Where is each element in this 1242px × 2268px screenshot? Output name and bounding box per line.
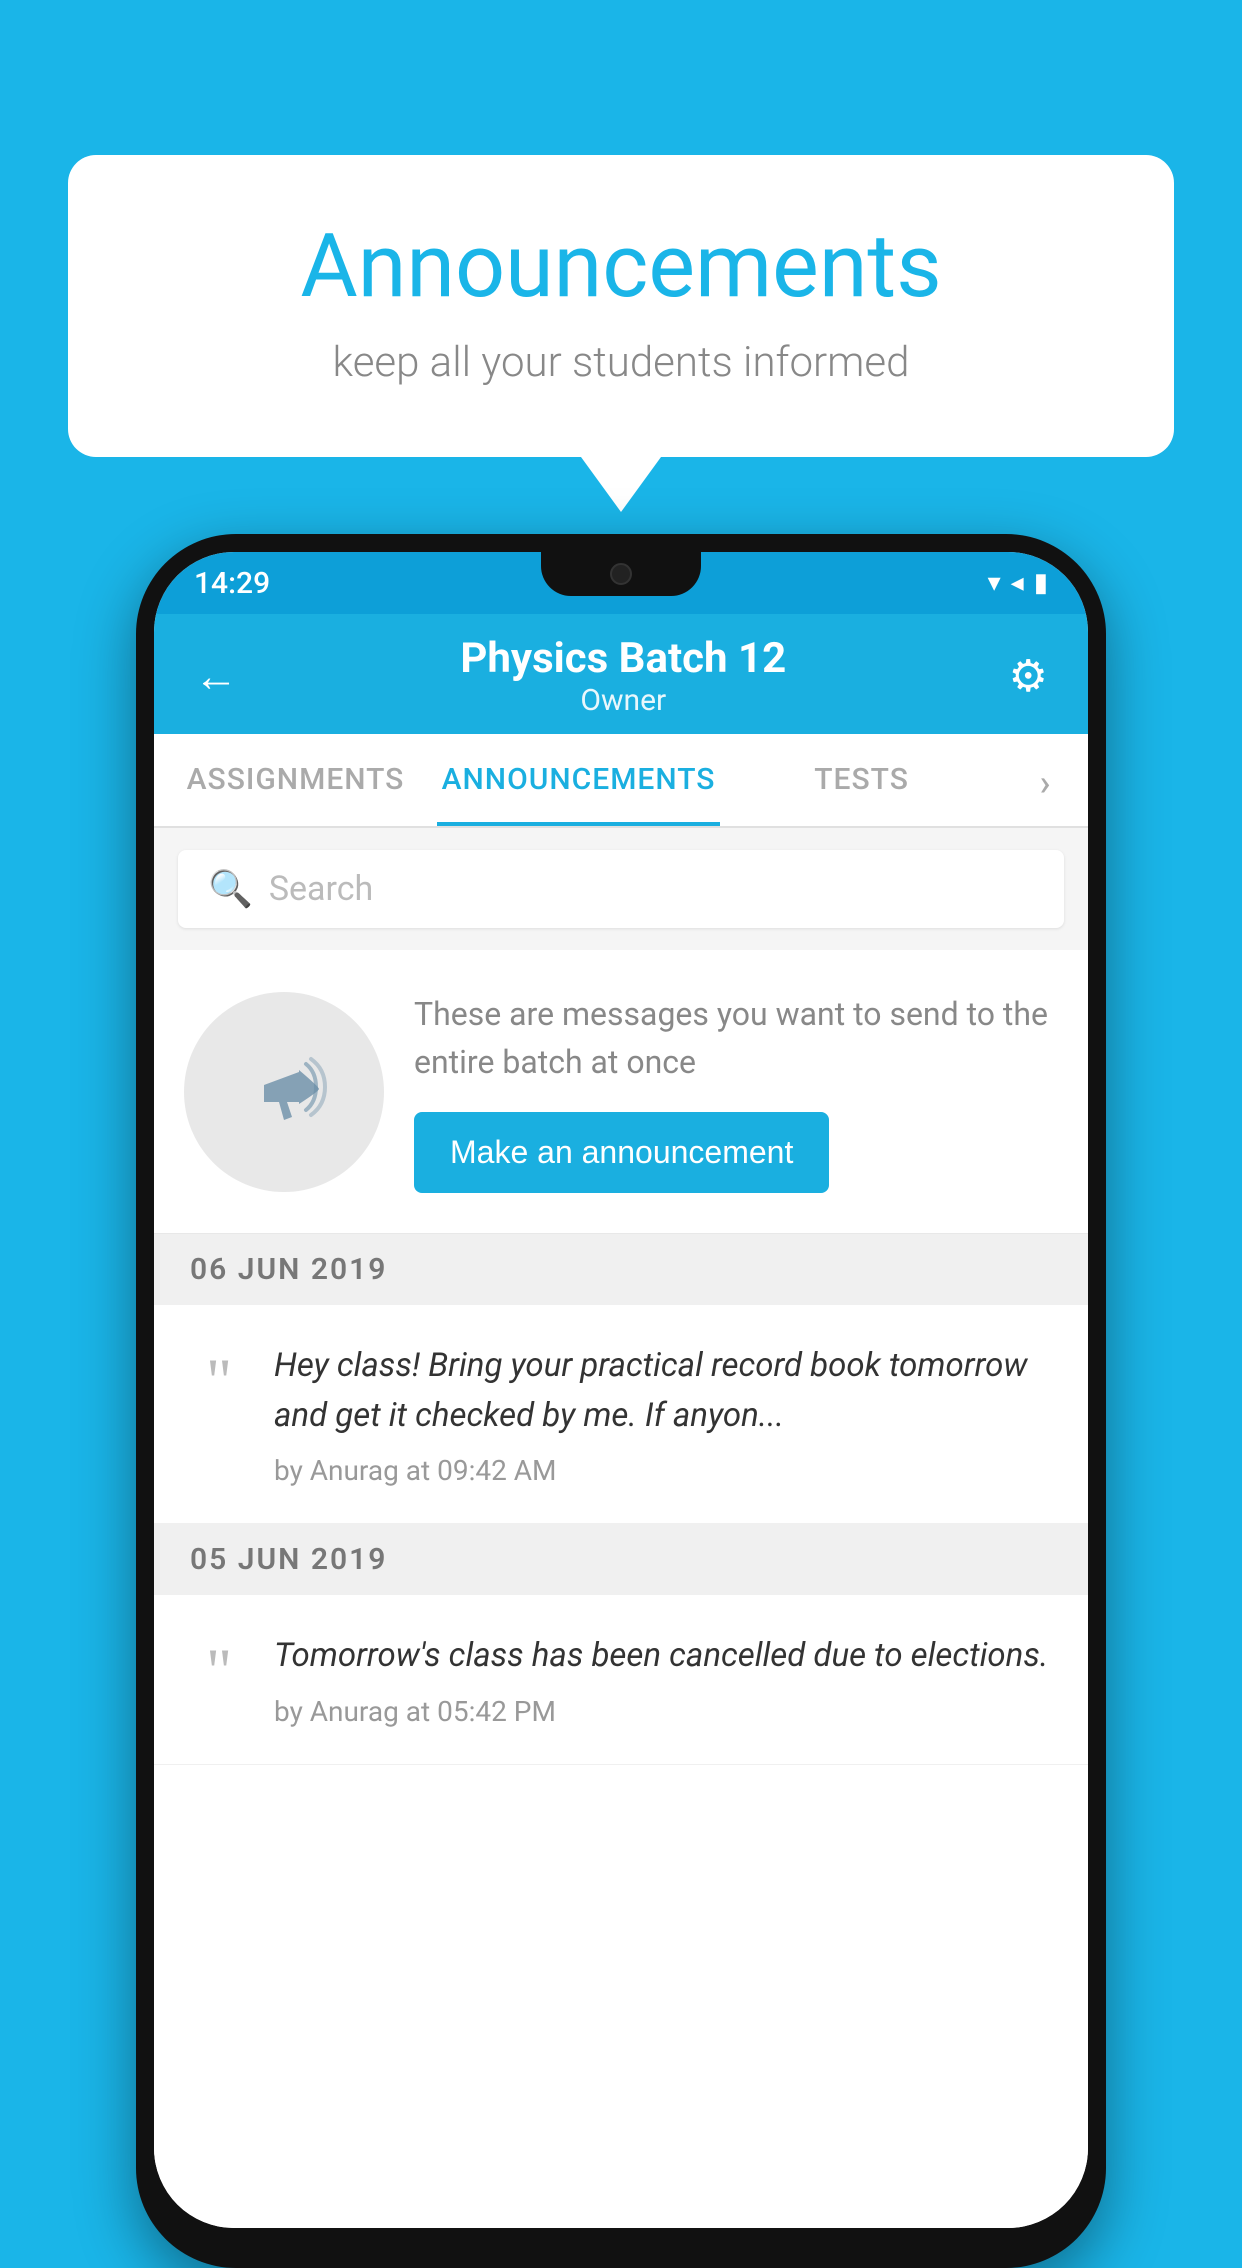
status-time: 14:29	[194, 566, 270, 601]
announcement-item-2[interactable]: " Tomorrow's class has been cancelled du…	[154, 1595, 1088, 1765]
tab-more[interactable]: ›	[1003, 734, 1088, 826]
wifi-icon: ▾	[988, 568, 1001, 598]
tab-announcements[interactable]: ANNOUNCEMENTS	[437, 734, 720, 826]
speech-bubble-arrow	[581, 457, 661, 512]
megaphone-icon	[234, 1042, 334, 1142]
speech-bubble-card: Announcements keep all your students inf…	[68, 155, 1174, 457]
announcement-content-1: Hey class! Bring your practical record b…	[274, 1341, 1058, 1487]
announcement-message-1: Hey class! Bring your practical record b…	[274, 1341, 1058, 1440]
camera-dot	[610, 563, 632, 585]
announcement-author-2: by Anurag at 05:42 PM	[274, 1695, 1058, 1728]
battery-icon: ▮	[1034, 568, 1048, 598]
announcement-empty-text: These are messages you want to send to t…	[414, 990, 1058, 1086]
search-placeholder: Search	[269, 869, 373, 909]
announcement-empty-right: These are messages you want to send to t…	[414, 990, 1058, 1193]
phone-wrapper: 14:29 ▾ ◂ ▮ ← Physics Batch 12 Owner ⚙	[136, 534, 1106, 2268]
status-icons: ▾ ◂ ▮	[988, 568, 1048, 598]
phone-frame: 14:29 ▾ ◂ ▮ ← Physics Batch 12 Owner ⚙	[136, 534, 1106, 2268]
announcement-message-2: Tomorrow's class has been cancelled due …	[274, 1631, 1058, 1681]
announcement-content-2: Tomorrow's class has been cancelled due …	[274, 1631, 1058, 1728]
speech-bubble-section: Announcements keep all your students inf…	[68, 155, 1174, 512]
speech-bubble-subtitle: keep all your students informed	[148, 338, 1094, 387]
search-container: 🔍 Search	[154, 828, 1088, 950]
announcement-item-1[interactable]: " Hey class! Bring your practical record…	[154, 1305, 1088, 1524]
tab-assignments[interactable]: ASSIGNMENTS	[154, 734, 437, 826]
signal-icon: ◂	[1011, 568, 1024, 598]
content-area: 🔍 Search	[154, 828, 1088, 2228]
tab-tests[interactable]: TESTS	[720, 734, 1003, 826]
search-icon: 🔍	[208, 868, 253, 910]
date-separator-1: 06 JUN 2019	[154, 1234, 1088, 1305]
back-button[interactable]: ←	[194, 650, 238, 702]
header-title-group: Physics Batch 12 Owner	[460, 634, 786, 718]
speech-bubble-title: Announcements	[148, 215, 1094, 318]
date-separator-2: 05 JUN 2019	[154, 1524, 1088, 1595]
settings-button[interactable]: ⚙	[1009, 650, 1048, 702]
announcement-author-1: by Anurag at 09:42 AM	[274, 1454, 1058, 1487]
header-title: Physics Batch 12	[460, 634, 786, 683]
phone-screen: 14:29 ▾ ◂ ▮ ← Physics Batch 12 Owner ⚙	[154, 552, 1088, 2228]
phone-notch	[541, 552, 701, 596]
make-announcement-button[interactable]: Make an announcement	[414, 1112, 829, 1193]
quote-icon-1: "	[184, 1341, 254, 1413]
search-bar[interactable]: 🔍 Search	[178, 850, 1064, 928]
tabs-bar: ASSIGNMENTS ANNOUNCEMENTS TESTS ›	[154, 734, 1088, 828]
app-header: ← Physics Batch 12 Owner ⚙	[154, 614, 1088, 734]
header-subtitle: Owner	[460, 683, 786, 718]
quote-icon-2: "	[184, 1631, 254, 1703]
header-row: ← Physics Batch 12 Owner ⚙	[194, 634, 1048, 734]
announcement-icon-circle	[184, 992, 384, 1192]
announcement-empty-state: These are messages you want to send to t…	[154, 950, 1088, 1234]
